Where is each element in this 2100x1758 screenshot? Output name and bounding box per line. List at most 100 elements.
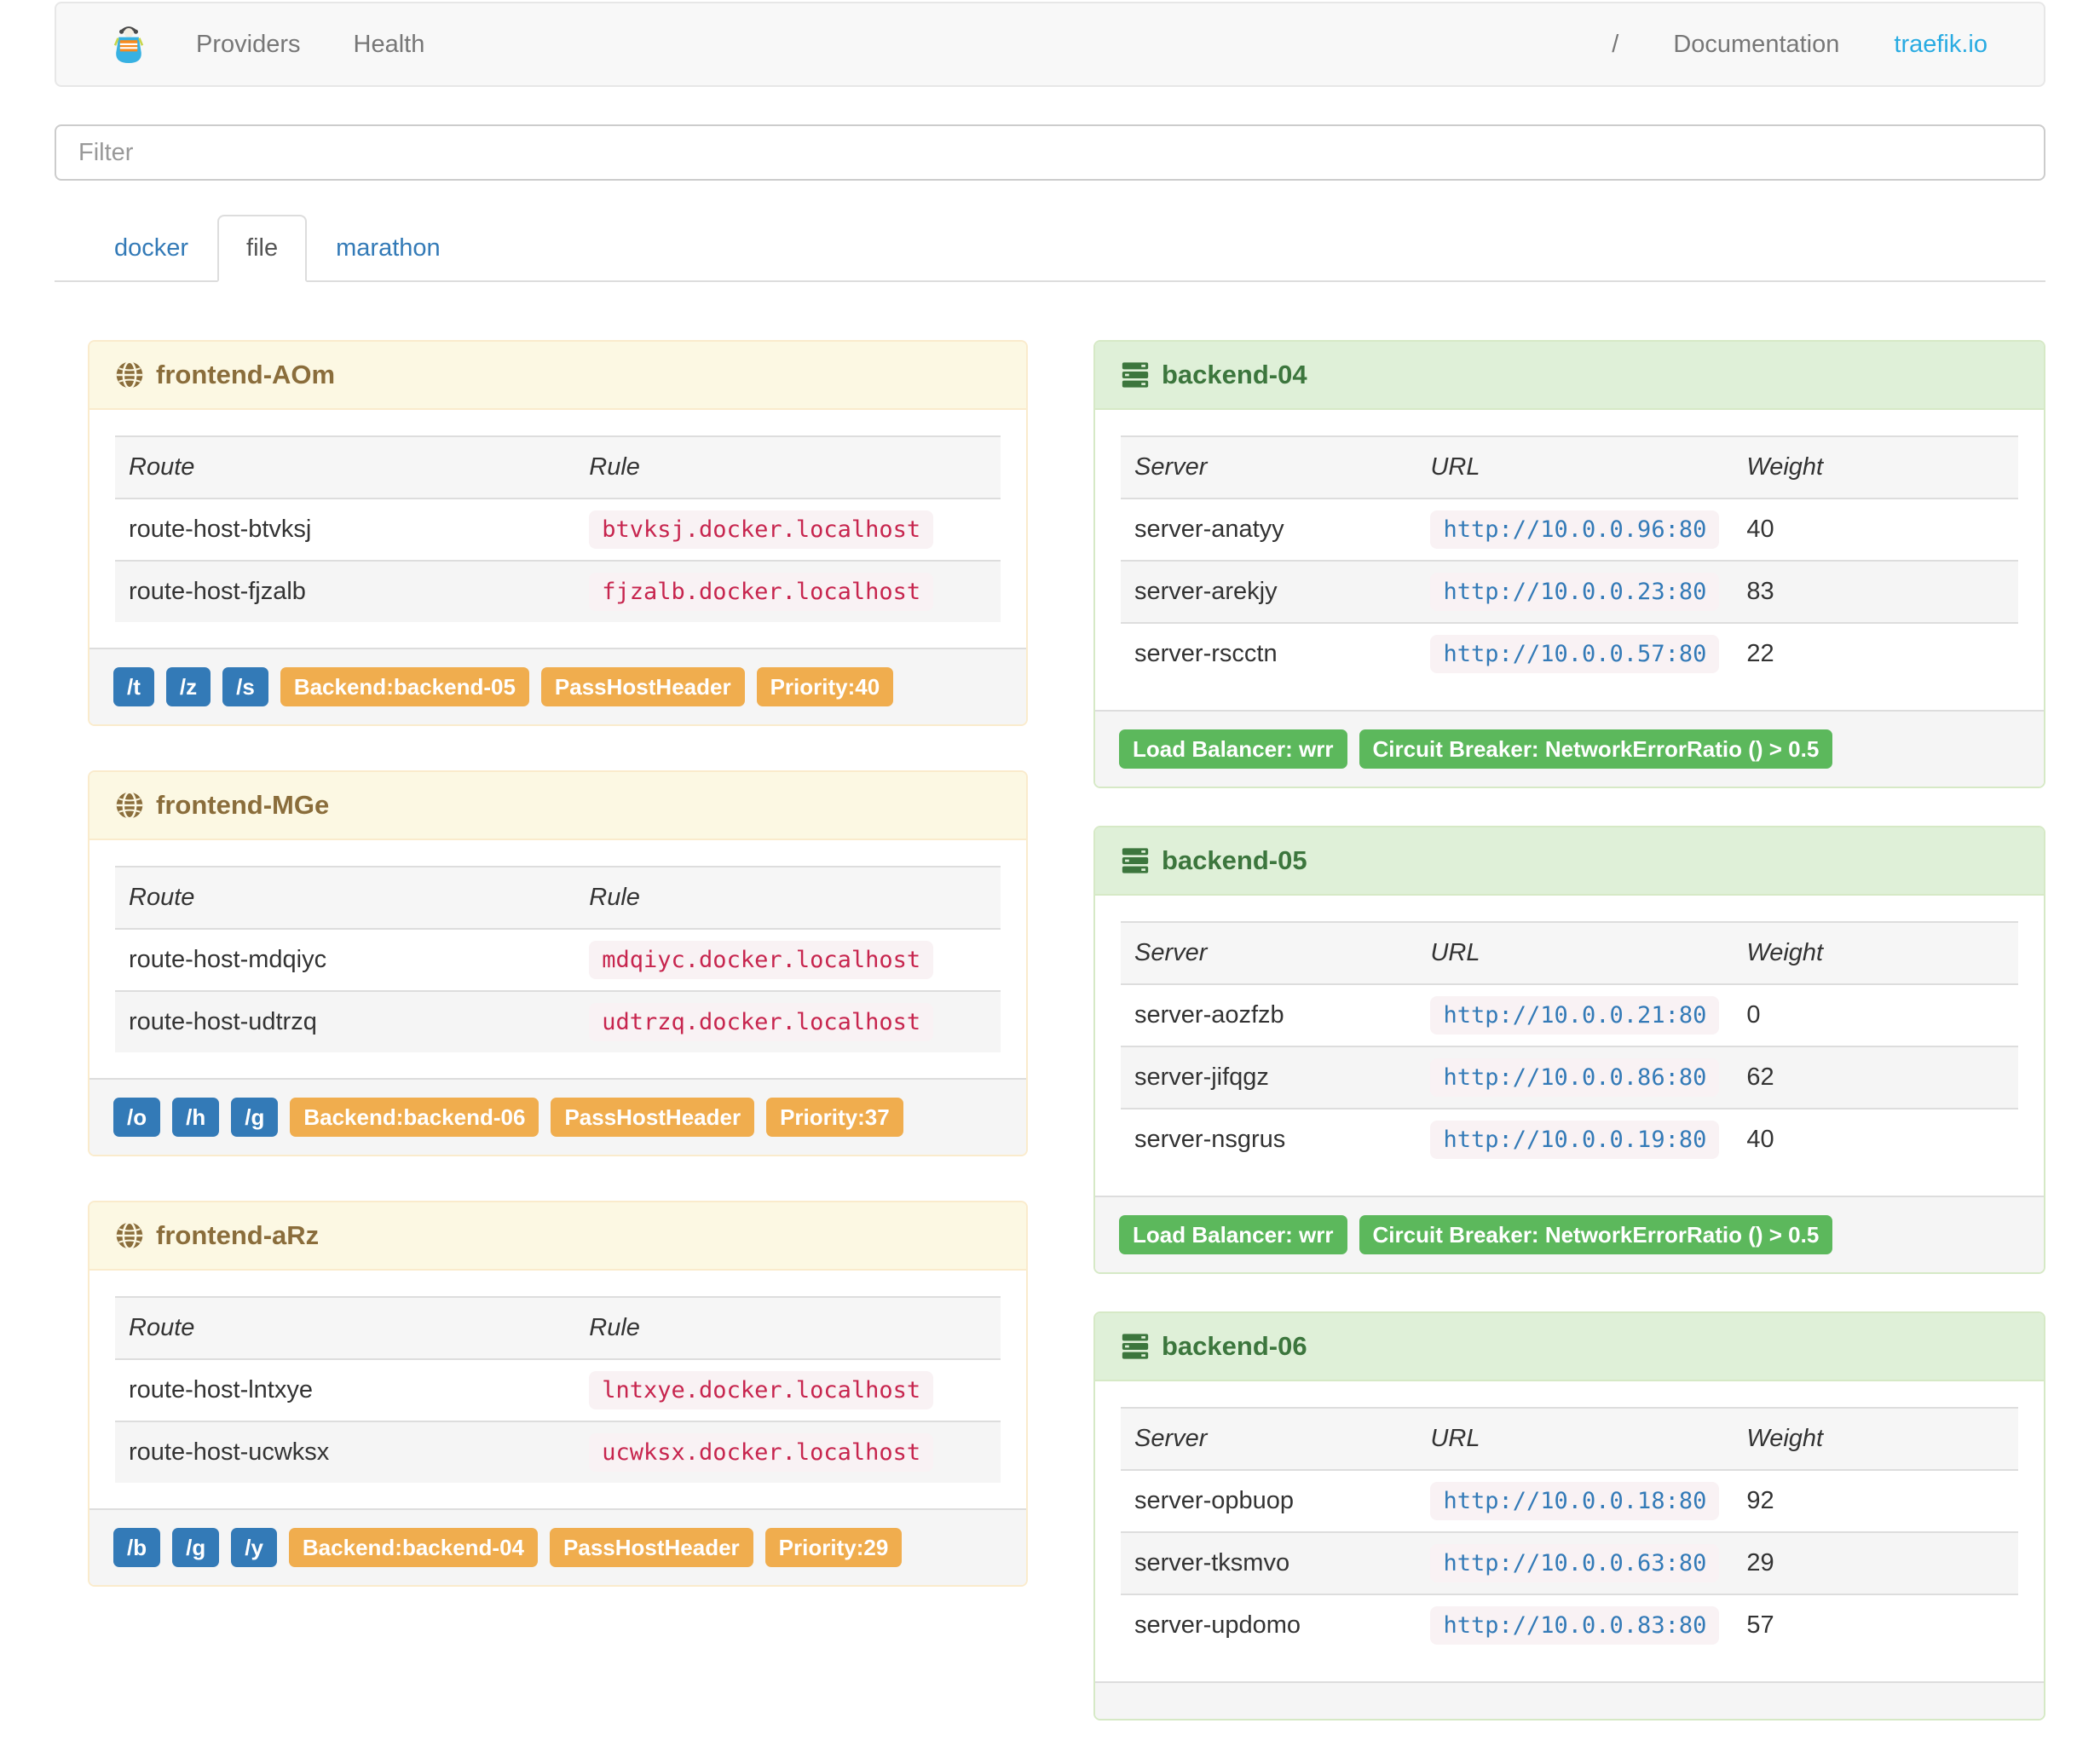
column-url: URL <box>1430 453 1480 481</box>
route-row: route-host-ucwksx ucwksx.docker.localhos… <box>115 1421 1001 1483</box>
server-url-cell: http://10.0.0.96:80 <box>1416 499 1733 561</box>
server-weight: 83 <box>1746 578 1774 605</box>
globe-icon <box>115 791 144 820</box>
nav-providers[interactable]: Providers <box>196 31 301 59</box>
server-url-cell: http://10.0.0.83:80 <box>1416 1594 1733 1656</box>
route-path-badge: /b <box>113 1528 161 1567</box>
frontend-title: frontend-AOm <box>156 360 336 389</box>
traefik-logo-icon[interactable] <box>111 24 147 65</box>
routes-header-row: Route Rule <box>115 867 1001 929</box>
server-row: server-anatyy http://10.0.0.96:80 40 <box>1121 499 2018 561</box>
nav-documentation[interactable]: Documentation <box>1673 31 1839 59</box>
server-weight: 62 <box>1746 1063 1774 1091</box>
column-url: URL <box>1430 1425 1480 1452</box>
nav-health[interactable]: Health <box>354 31 425 59</box>
route-row: route-host-lntxye lntxye.docker.localhos… <box>115 1359 1001 1421</box>
backend-title: backend-04 <box>1162 360 1307 389</box>
server-row: server-aozfzb http://10.0.0.21:80 0 <box>1121 984 2018 1046</box>
route-name: route-host-mdqiyc <box>129 946 327 973</box>
provider-tab[interactable]: file <box>217 215 308 282</box>
server-url-cell: http://10.0.0.21:80 <box>1416 984 1733 1046</box>
backends-column: backend-04 Server URL Weight server-anat… <box>1093 340 2045 1758</box>
servers-table: Server URL Weight server-anatyy http://1… <box>1121 435 2018 684</box>
server-url-link[interactable]: http://10.0.0.63:80 <box>1430 1544 1720 1582</box>
server-weight: 40 <box>1746 516 1774 543</box>
globe-icon <box>115 360 144 389</box>
route-rule-cell: btvksj.docker.localhost <box>575 499 1001 561</box>
server-url-link[interactable]: http://10.0.0.96:80 <box>1430 510 1720 549</box>
backend-panel: backend-04 Server URL Weight server-anat… <box>1093 340 2045 788</box>
server-url-link[interactable]: http://10.0.0.21:80 <box>1430 996 1720 1035</box>
server-url-cell: http://10.0.0.18:80 <box>1416 1470 1733 1532</box>
server-name: server-aozfzb <box>1134 1001 1284 1029</box>
frontend-config-badge: Backend:backend-06 <box>290 1098 539 1137</box>
server-url-link[interactable]: http://10.0.0.57:80 <box>1430 635 1720 673</box>
server-weight: 57 <box>1746 1611 1774 1639</box>
server-url-link[interactable]: http://10.0.0.86:80 <box>1430 1058 1720 1097</box>
frontend-panel-footer: /o /h /g Backend:backend-06 PassHostHead… <box>89 1078 1026 1155</box>
routes-table: Route Rule route-host-mdqiyc mdqiyc.dock… <box>115 866 1001 1052</box>
backend-config-badge: Load Balancer: wrr <box>1119 729 1347 769</box>
frontend-panel: frontend-aRz Route Rule route-host-lntxy… <box>88 1201 1028 1587</box>
server-row: server-arekjy http://10.0.0.23:80 83 <box>1121 561 2018 623</box>
route-rule-cell: udtrzq.docker.localhost <box>575 991 1001 1052</box>
frontend-title: frontend-aRz <box>156 1220 320 1250</box>
routes-header-row: Route Rule <box>115 1297 1001 1359</box>
nav-traefik-io[interactable]: traefik.io <box>1894 31 1988 59</box>
frontend-config-badge: PassHostHeader <box>540 667 745 706</box>
server-name: server-jifqgz <box>1134 1063 1269 1091</box>
routes-table: Route Rule route-host-lntxye lntxye.dock… <box>115 1296 1001 1483</box>
server-url-cell: http://10.0.0.57:80 <box>1416 623 1733 684</box>
server-name: server-arekjy <box>1134 578 1278 605</box>
route-name: route-host-ucwksx <box>129 1438 330 1466</box>
navbar: Providers Health / Documentation traefik… <box>55 2 2045 87</box>
frontend-panel: frontend-MGe Route Rule route-host-mdqiy… <box>88 770 1028 1156</box>
column-rule: Rule <box>589 1314 640 1341</box>
route-rule-cell: fjzalb.docker.localhost <box>575 561 1001 622</box>
nav-slash[interactable]: / <box>1612 31 1618 59</box>
frontend-title: frontend-MGe <box>156 790 330 820</box>
column-route: Route <box>129 453 195 481</box>
server-weight: 40 <box>1746 1126 1774 1153</box>
servers-header-row: Server URL Weight <box>1121 1408 2018 1470</box>
frontend-config-badge: Priority:29 <box>764 1528 903 1567</box>
backend-config-badge: Circuit Breaker: NetworkErrorRatio () > … <box>1359 729 1833 769</box>
backend-panel-footer: Load Balancer: wrr Circuit Breaker: Netw… <box>1095 710 2044 787</box>
route-name: route-host-lntxye <box>129 1376 313 1404</box>
route-row: route-host-mdqiyc mdqiyc.docker.localhos… <box>115 929 1001 991</box>
server-url-cell: http://10.0.0.63:80 <box>1416 1532 1733 1594</box>
server-url-link[interactable]: http://10.0.0.19:80 <box>1430 1121 1720 1159</box>
server-row: server-updomo http://10.0.0.83:80 57 <box>1121 1594 2018 1656</box>
route-name: route-host-fjzalb <box>129 578 306 605</box>
frontend-panel-footer: /b /g /y Backend:backend-04 PassHostHead… <box>89 1508 1026 1585</box>
backend-panel-body: Server URL Weight server-anatyy http://1… <box>1095 410 2044 710</box>
backend-panel: backend-06 Server URL Weight server-opbu… <box>1093 1311 2045 1721</box>
route-row: route-host-btvksj btvksj.docker.localhos… <box>115 499 1001 561</box>
frontend-panel-footer: /t /z /s Backend:backend-05 PassHostHead… <box>89 648 1026 724</box>
frontend-config-badge: Backend:backend-05 <box>280 667 529 706</box>
provider-tabs: docker file marathon <box>55 215 2045 282</box>
rule-code: fjzalb.docker.localhost <box>589 573 934 611</box>
server-url-link[interactable]: http://10.0.0.83:80 <box>1430 1606 1720 1645</box>
server-name: server-nsgrus <box>1134 1126 1286 1153</box>
filter-input[interactable] <box>55 124 2045 181</box>
server-url-link[interactable]: http://10.0.0.23:80 <box>1430 573 1720 611</box>
column-weight: Weight <box>1746 453 1824 481</box>
route-path-badge: /h <box>172 1098 220 1137</box>
server-url-cell: http://10.0.0.86:80 <box>1416 1046 1733 1109</box>
provider-tab[interactable]: marathon <box>307 215 470 282</box>
backend-panel-footer <box>1095 1681 2044 1719</box>
route-row: route-host-fjzalb fjzalb.docker.localhos… <box>115 561 1001 622</box>
server-stack-icon <box>1121 361 1150 389</box>
backend-config-badge: Load Balancer: wrr <box>1119 1215 1347 1254</box>
frontend-panel-body: Route Rule route-host-mdqiyc mdqiyc.dock… <box>89 840 1026 1078</box>
backend-panel-body: Server URL Weight server-opbuop http://1… <box>1095 1381 2044 1681</box>
provider-tab[interactable]: docker <box>85 215 217 282</box>
frontend-config-badge: Backend:backend-04 <box>288 1528 539 1567</box>
backend-panel-header: backend-06 <box>1095 1313 2044 1381</box>
route-name: route-host-btvksj <box>129 516 312 543</box>
server-name: server-tksmvo <box>1134 1549 1290 1576</box>
server-url-link[interactable]: http://10.0.0.18:80 <box>1430 1482 1720 1520</box>
traefik-dashboard: Providers Health / Documentation traefik… <box>0 0 2100 1758</box>
route-path-badge: /y <box>231 1528 277 1567</box>
